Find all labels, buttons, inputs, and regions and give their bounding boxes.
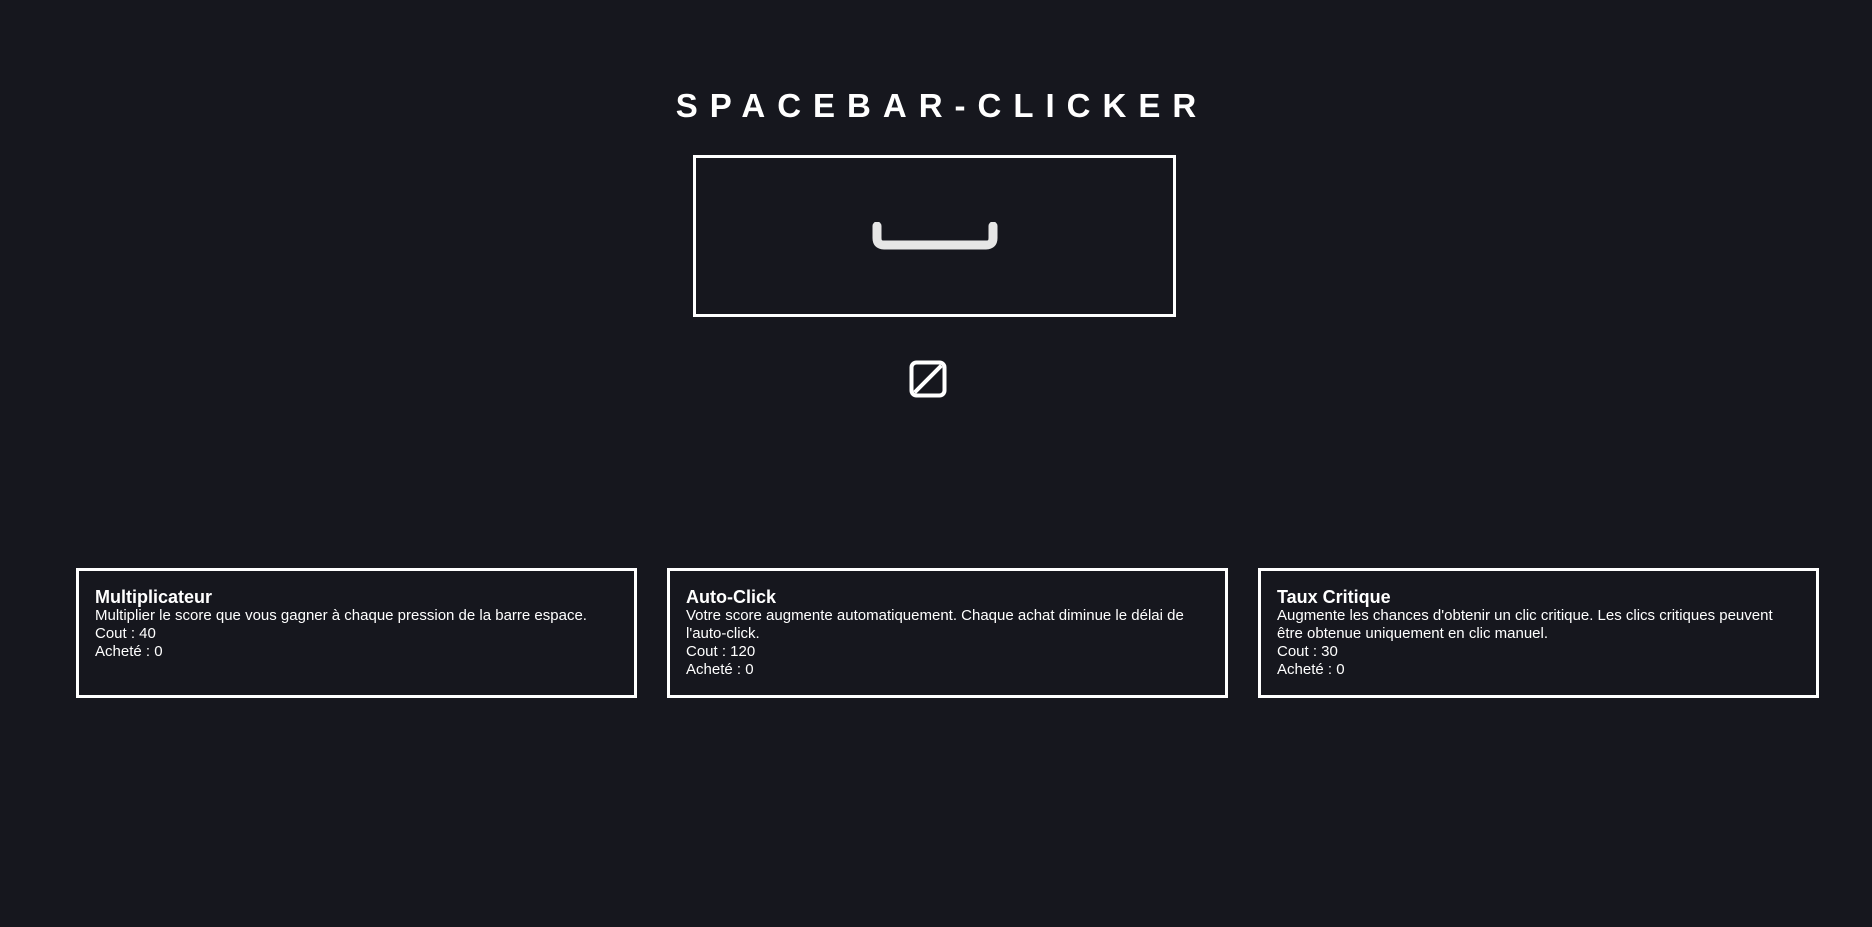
page-title: SPACEBAR-CLICKER	[675, 87, 1209, 124]
shop-item-auto-click[interactable]: Auto-Click Votre score augmente automati…	[667, 568, 1228, 698]
shop-item-title: Taux Critique	[1277, 587, 1391, 607]
shop-item-bought: Acheté : 0	[686, 661, 754, 678]
shop-item-bought: Acheté : 0	[1277, 661, 1345, 678]
spacebar-button[interactable]	[693, 155, 1176, 317]
shop-item-multiplicateur[interactable]: Multiplicateur Multiplier le score que v…	[76, 568, 637, 698]
shop-item-cost: Cout : 30	[1277, 643, 1338, 660]
shop-item-bought: Acheté : 0	[95, 643, 163, 660]
shop-item-taux-critique[interactable]: Taux Critique Augmente les chances d'obt…	[1258, 568, 1819, 698]
shop-item-title: Multiplicateur	[95, 587, 213, 607]
shop-cards: Multiplicateur Multiplier le score que v…	[76, 568, 1820, 698]
shop-item-description: Multiplier le score que vous gagner à ch…	[95, 607, 587, 624]
toggle-button[interactable]	[909, 360, 947, 398]
shop-item-description: Votre score augmente automatiquement. Ch…	[686, 607, 1184, 642]
shop-item-cost: Cout : 40	[95, 625, 156, 642]
app-root: SPACEBAR-CLICKER Multiplicateur Multipli…	[0, 0, 1872, 927]
shop-item-description: Augmente les chances d'obtenir un clic c…	[1277, 607, 1773, 642]
shop-item-title: Auto-Click	[686, 587, 776, 607]
spacebar-icon	[872, 222, 998, 250]
square-slash-icon	[909, 360, 947, 398]
shop-item-cost: Cout : 120	[686, 643, 756, 660]
